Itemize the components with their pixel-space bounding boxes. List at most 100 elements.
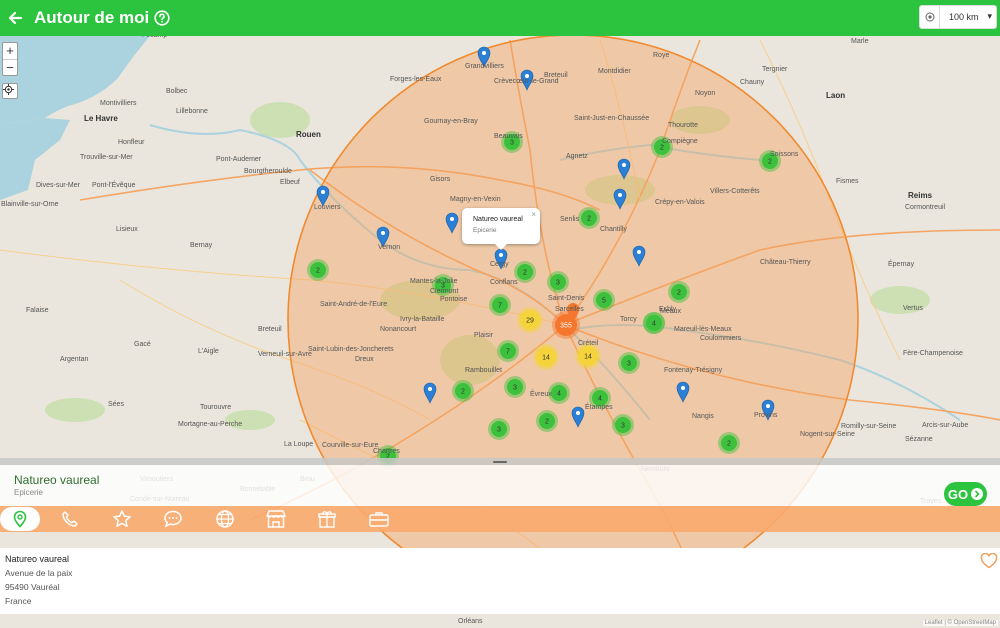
map-cluster[interactable]: 4 xyxy=(589,387,611,409)
chat-icon xyxy=(164,510,182,528)
zoom-control: + − xyxy=(2,42,18,76)
map-cluster[interactable]: 2 xyxy=(578,207,600,229)
tab-offers[interactable] xyxy=(309,506,345,532)
map-cluster[interactable]: 5 xyxy=(593,289,615,311)
page-title: Autour de moi xyxy=(34,8,150,27)
pin-center xyxy=(482,51,486,55)
map-cluster[interactable]: 3 xyxy=(618,352,640,374)
drag-handle-icon[interactable] xyxy=(493,461,507,463)
heart-icon xyxy=(980,552,998,569)
map-cluster[interactable]: 3 xyxy=(432,274,454,296)
radius-value: 100 km xyxy=(949,12,979,22)
tab-favorites[interactable] xyxy=(104,506,140,532)
popup-category: Epicerie xyxy=(473,227,497,234)
cluster-count: 14 xyxy=(584,354,592,361)
address-country: France xyxy=(5,596,32,606)
cluster-count: 3 xyxy=(513,385,517,392)
cluster-count: 2 xyxy=(587,216,591,223)
briefcase-icon xyxy=(369,512,389,527)
map-cluster[interactable]: 29 xyxy=(517,307,543,333)
tab-store[interactable] xyxy=(258,506,294,532)
locate-button[interactable] xyxy=(2,83,18,99)
go-button[interactable]: GO xyxy=(944,482,987,506)
map-cluster[interactable]: 2 xyxy=(759,150,781,172)
map-cluster[interactable]: 7 xyxy=(497,340,519,362)
pin-center xyxy=(576,411,580,415)
panel-drag-strip[interactable] xyxy=(0,458,1000,465)
place-header: Natureo vaureal Epicerie GO xyxy=(0,465,1000,506)
popup-close-button[interactable]: × xyxy=(531,210,536,219)
map-cluster[interactable]: 2 xyxy=(536,410,558,432)
map-cluster[interactable]: 2 xyxy=(718,432,740,454)
cluster-count: 3 xyxy=(510,140,514,147)
cluster-count: 29 xyxy=(526,318,534,325)
chevron-down-icon: ▾ xyxy=(987,11,992,21)
globe-icon xyxy=(216,510,234,528)
map-cluster[interactable]: 3 xyxy=(488,418,510,440)
map-cluster[interactable]: 4 xyxy=(548,382,570,404)
cluster-count: 2 xyxy=(545,419,549,426)
map-cluster[interactable]: 3 xyxy=(501,131,523,153)
cluster-count: 4 xyxy=(652,321,656,328)
target-icon xyxy=(920,6,940,28)
zoom-in-button[interactable]: + xyxy=(3,43,17,59)
map-cluster[interactable]: 3 xyxy=(547,271,569,293)
address-city: 95490 Vauréal xyxy=(5,582,60,592)
pin-center xyxy=(681,386,685,390)
zoom-out-button[interactable]: − xyxy=(3,59,17,75)
map-cluster[interactable]: 2 xyxy=(307,259,329,281)
cluster-count: 7 xyxy=(506,349,510,356)
place-name: Natureo vaureal xyxy=(14,473,100,487)
place-toolbar xyxy=(0,506,1000,532)
address-street: Avenue de la paix xyxy=(5,568,73,578)
pin-center xyxy=(321,190,325,194)
pin-center xyxy=(637,250,641,254)
map-cluster[interactable]: 2 xyxy=(514,261,536,283)
cluster-count: 3 xyxy=(556,280,560,287)
map-cluster[interactable]: 3 xyxy=(504,376,526,398)
tab-messages[interactable] xyxy=(155,506,191,532)
phone-icon xyxy=(62,511,78,527)
map-cluster[interactable]: 4 xyxy=(643,312,665,334)
radius-select[interactable]: 100 km ▾ xyxy=(919,5,997,29)
popup-title: Natureo vaureal xyxy=(473,216,523,223)
cluster-count: 2 xyxy=(660,145,664,152)
tab-jobs[interactable] xyxy=(361,506,397,532)
cluster-count: 2 xyxy=(523,270,527,277)
pin-center xyxy=(622,163,626,167)
cluster-count: 2 xyxy=(316,268,320,275)
pin-center xyxy=(499,253,503,257)
address-name: Natureo vaureal xyxy=(5,554,70,564)
map-cluster[interactable]: 7 xyxy=(489,294,511,316)
cluster-count: 4 xyxy=(598,396,602,403)
chevron-right-icon xyxy=(971,488,984,500)
place-panel: Natureo vaureal Epicerie GO Natureo vaur… xyxy=(0,458,1000,628)
help-button[interactable] xyxy=(154,10,170,26)
cluster-count: 2 xyxy=(727,441,731,448)
pin-center xyxy=(766,404,770,408)
map-cluster[interactable]: 3 xyxy=(612,414,634,436)
map-cluster[interactable]: 2 xyxy=(651,136,673,158)
tab-location[interactable] xyxy=(0,507,40,531)
back-button[interactable] xyxy=(4,7,26,29)
cluster-count: 2 xyxy=(768,159,772,166)
app-root: Autour de moi 100 km ▾ 3 2 2 2 2 3 2 3 7… xyxy=(0,0,1000,628)
favorite-button[interactable] xyxy=(980,552,998,569)
star-icon xyxy=(113,510,131,527)
map-cluster[interactable]: 14 xyxy=(575,343,601,369)
map-popup[interactable]: Natureo vaureal Epicerie × xyxy=(462,208,540,250)
tab-website[interactable] xyxy=(207,506,243,532)
crosshair-icon xyxy=(3,84,14,95)
pin-center xyxy=(618,193,622,197)
cluster-count: 14 xyxy=(542,355,550,362)
cluster-count: 2 xyxy=(677,290,681,297)
map-cluster[interactable]: 2 xyxy=(452,380,474,402)
tab-phone[interactable] xyxy=(52,506,88,532)
cluster-count: 2 xyxy=(461,389,465,396)
map-cluster[interactable]: 14 xyxy=(533,344,559,370)
gift-icon xyxy=(318,511,336,528)
cluster-count: 4 xyxy=(557,391,561,398)
store-icon xyxy=(266,510,286,528)
map-cluster[interactable]: 2 xyxy=(668,281,690,303)
pin-center xyxy=(381,231,385,235)
